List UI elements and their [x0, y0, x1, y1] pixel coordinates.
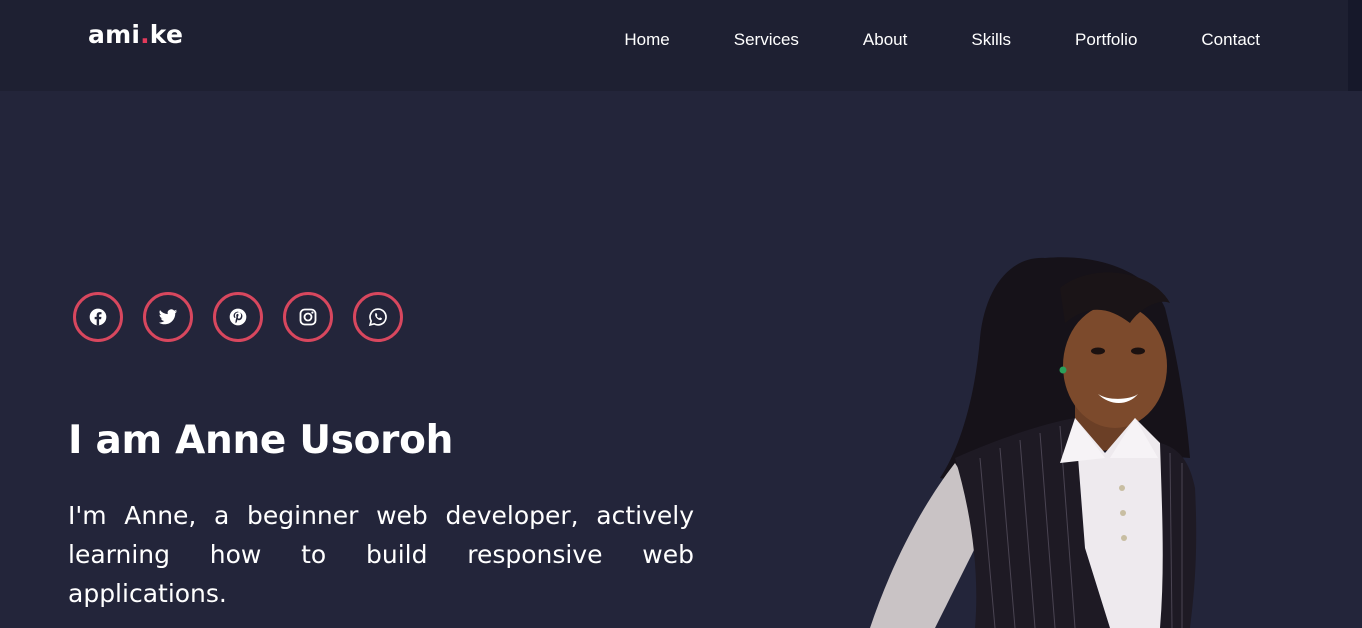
nav-link-services[interactable]: Services	[734, 30, 799, 50]
nav-link-contact[interactable]: Contact	[1201, 30, 1260, 50]
twitter-icon	[158, 309, 178, 325]
facebook-icon	[89, 308, 107, 326]
instagram-link[interactable]	[283, 292, 333, 342]
instagram-icon	[299, 308, 317, 326]
site-logo[interactable]: ami.ke	[88, 20, 183, 49]
social-links	[73, 292, 403, 342]
hero-description: I'm Anne, a beginner web developer, acti…	[68, 501, 694, 608]
logo-suffix: ke	[149, 20, 184, 49]
profile-photo	[870, 257, 1197, 628]
logo-dot: .	[140, 20, 150, 49]
twitter-link[interactable]	[143, 292, 193, 342]
whatsapp-link[interactable]	[353, 292, 403, 342]
nav-link-portfolio[interactable]: Portfolio	[1075, 30, 1137, 50]
main-nav: Home Services About Skills Portfolio Con…	[624, 30, 1260, 50]
nav-link-about[interactable]: About	[863, 30, 907, 50]
pinterest-icon	[229, 308, 247, 326]
nav-link-skills[interactable]: Skills	[971, 30, 1011, 50]
top-navbar: ami.ke Home Services About Skills Portfo…	[0, 0, 1348, 91]
logo-prefix: ami	[88, 20, 141, 49]
pinterest-link[interactable]	[213, 292, 263, 342]
facebook-link[interactable]	[73, 292, 123, 342]
nav-link-home[interactable]: Home	[624, 30, 669, 50]
whatsapp-icon	[368, 308, 387, 327]
hero-title: I am Anne Usoroh	[68, 418, 454, 463]
scrollbar-track[interactable]	[1348, 0, 1362, 91]
